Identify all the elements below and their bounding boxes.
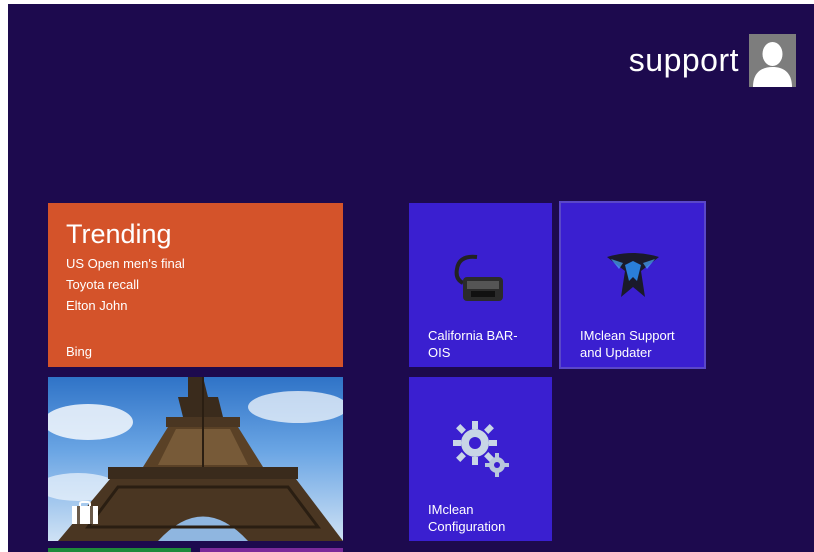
app-label-line: Configuration <box>428 519 506 534</box>
app-label: California BAR- OIS <box>428 327 543 361</box>
shopping-bag-icon <box>72 501 98 524</box>
user-account[interactable]: support <box>629 34 796 87</box>
trending-item: Toyota recall <box>66 277 139 292</box>
start-screen: support Trending US Open men's final Toy… <box>8 4 814 552</box>
partial-tile[interactable] <box>200 548 343 552</box>
app-label: IMclean Configuration <box>428 501 543 535</box>
trending-tile[interactable]: Trending US Open men's final Toyota reca… <box>48 203 343 367</box>
photo-tile[interactable] <box>48 377 343 541</box>
user-name[interactable]: support <box>629 42 739 79</box>
california-bar-ois-tile[interactable]: California BAR- OIS <box>409 203 552 367</box>
imclean-configuration-tile[interactable]: IMclean Configuration <box>409 377 552 541</box>
gears-icon <box>453 421 509 477</box>
app-label-line: IMclean Support <box>580 328 675 343</box>
trending-title: Trending <box>66 219 172 249</box>
imclean-logo-icon <box>607 253 659 297</box>
trending-item: US Open men's final <box>66 256 185 271</box>
user-silhouette-icon[interactable] <box>749 34 796 87</box>
imclean-support-tile[interactable]: IMclean Support and Updater <box>559 201 706 369</box>
partial-tile[interactable] <box>48 548 191 552</box>
trending-source: Bing <box>66 344 93 359</box>
obd-cable-icon <box>454 254 503 301</box>
app-label-line: California BAR- <box>428 328 518 343</box>
app-label-line: and Updater <box>580 345 652 360</box>
trending-item: Elton John <box>66 298 128 313</box>
app-label: IMclean Support and Updater <box>580 327 695 361</box>
app-label-line: IMclean <box>428 502 474 517</box>
app-label-line: OIS <box>428 345 451 360</box>
